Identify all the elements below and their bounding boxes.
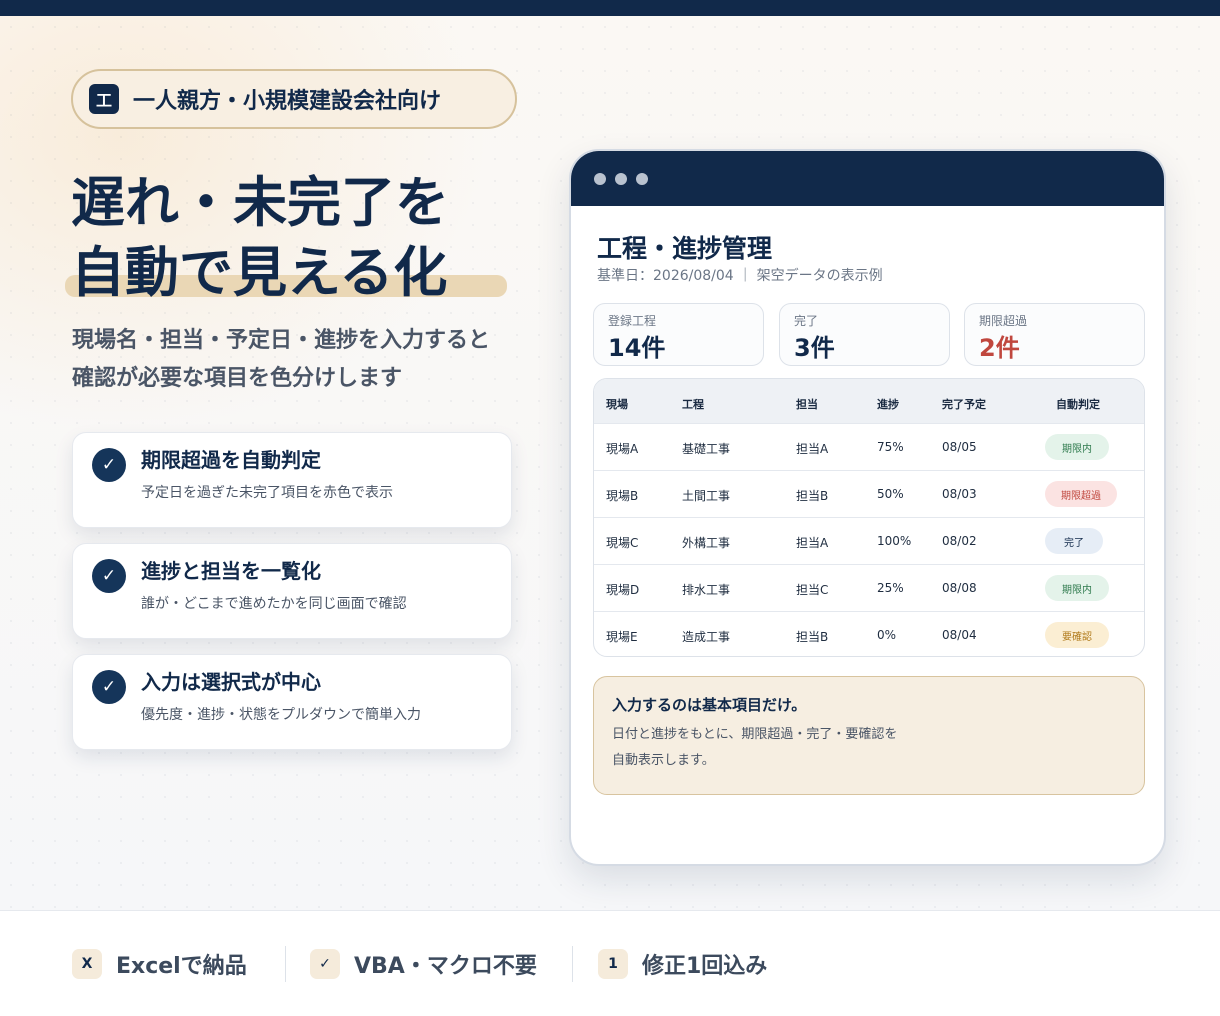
footer-features: X Excelで納品 ✓ VBA・マクロ不要 1 修正1回込み — [0, 910, 1220, 1016]
headline-line-2: 自動で見える化 — [71, 241, 448, 304]
table-cell-process: 外構工事 — [682, 536, 731, 550]
stat-card-registered: 登録工程 14件 — [593, 303, 764, 366]
badge-text: 一人親方・小規模建設会社向け — [133, 89, 442, 114]
stat-card-completed: 完了 3件 — [779, 303, 950, 366]
feature-title: 期限超過を自動判定 — [141, 448, 321, 472]
feature-card-overview: ✓ 進捗と担当を一覧化 誰が・どこまで進めたかを同じ画面で確認 — [72, 543, 512, 639]
stat-value: 3件 — [794, 334, 835, 362]
target-badge: 工 一人親方・小規模建設会社向け — [71, 69, 517, 129]
table-cell-progress: 75% — [877, 440, 904, 454]
check-icon: ✓ — [92, 559, 126, 593]
footer-label: VBA・マクロ不要 — [354, 954, 537, 979]
feature-card-overdue: ✓ 期限超過を自動判定 予定日を過ぎた未完了項目を赤色で表示 — [72, 432, 512, 528]
table-row: 現場D 排水工事 担当C 25% 08/08 期限内 — [594, 564, 1144, 611]
stat-label: 登録工程 — [608, 314, 657, 328]
stat-label: 期限超過 — [979, 314, 1028, 328]
window-title-bar — [571, 151, 1164, 206]
feature-card-input: ✓ 入力は選択式が中心 優先度・進捗・状態をプルダウンで簡単入力 — [72, 654, 512, 750]
table-row: 現場A 基礎工事 担当A 75% 08/05 期限内 — [594, 423, 1144, 470]
stat-value: 14件 — [608, 334, 666, 362]
table-cell-due: 08/02 — [942, 534, 977, 548]
note-title: 入力するのは基本項目だけ。 — [612, 696, 807, 714]
table-cell-owner: 担当A — [796, 442, 829, 456]
subheadline: 現場名・担当・予定日・進捗を入力すると 確認が必要な項目を色分けします — [72, 322, 490, 398]
check-icon: ✓ — [310, 949, 340, 979]
table-cell-site: 現場D — [606, 583, 640, 597]
footer-divider — [572, 946, 573, 982]
progress-table: 現場 工程 担当 進捗 完了予定 自動判定 現場A 基礎工事 担当A 75% 08/05… — [593, 378, 1145, 657]
table-cell-owner: 担当A — [796, 536, 829, 550]
table-row: 現場C 外構工事 担当A 100% 08/02 完了 — [594, 517, 1144, 564]
stat-label: 完了 — [794, 314, 819, 328]
status-badge: 期限超過 — [1045, 481, 1117, 507]
status-badge: 完了 — [1045, 528, 1103, 554]
table-cell-process: 排水工事 — [682, 583, 731, 597]
sheet-title: 工程・進捗管理 — [597, 234, 773, 263]
check-icon: ✓ — [92, 448, 126, 482]
column-header: 工程 — [682, 398, 704, 411]
footer-label: 修正1回込み — [642, 954, 768, 979]
subheadline-line-1: 現場名・担当・予定日・進捗を入力すると — [72, 328, 491, 353]
column-header: 完了予定 — [942, 398, 986, 411]
table-cell-site: 現場E — [606, 630, 638, 644]
table-cell-site: 現場A — [606, 442, 639, 456]
status-badge: 期限内 — [1045, 434, 1109, 460]
table-cell-progress: 0% — [877, 628, 897, 642]
footer-item-revision: 1 修正1回込み — [598, 948, 767, 980]
table-cell-progress: 100% — [877, 534, 912, 548]
number-one-icon: 1 — [598, 949, 628, 979]
table-cell-owner: 担当B — [796, 489, 829, 503]
table-cell-progress: 50% — [877, 487, 904, 501]
sheet-subtitle: 基準日：2026/08/04 ｜ 架空データの表示例 — [597, 268, 883, 284]
table-cell-due: 08/08 — [942, 581, 977, 595]
check-icon: ✓ — [92, 670, 126, 704]
note-line-1: 日付と進捗をもとに、期限超過・完了・要確認を — [612, 727, 898, 742]
table-cell-process: 土間工事 — [682, 489, 731, 503]
window-dot-icon — [636, 173, 648, 185]
feature-desc: 優先度・進捗・状態をプルダウンで簡単入力 — [141, 707, 421, 723]
table-cell-owner: 担当C — [796, 583, 829, 597]
headline: 遅れ・未完了を 自動で見える化 — [71, 168, 449, 308]
table-cell-process: 造成工事 — [682, 630, 731, 644]
excel-icon: X — [72, 949, 102, 979]
footer-item-excel: X Excelで納品 — [72, 948, 247, 980]
column-header: 現場 — [606, 398, 628, 411]
column-header: 担当 — [796, 398, 818, 411]
column-header: 進捗 — [877, 398, 899, 411]
stat-value: 2件 — [979, 334, 1020, 362]
footer-item-no-macro: ✓ VBA・マクロ不要 — [310, 948, 537, 980]
status-badge: 要確認 — [1045, 622, 1109, 648]
feature-title: 入力は選択式が中心 — [141, 670, 321, 694]
note-line-2: 自動表示します。 — [612, 753, 715, 768]
stat-card-overdue: 期限超過 2件 — [964, 303, 1145, 366]
feature-desc: 予定日を過ぎた未完了項目を赤色で表示 — [141, 485, 393, 501]
subheadline-line-2: 確認が必要な項目を色分けします — [72, 366, 403, 391]
table-cell-due: 08/04 — [942, 628, 977, 642]
info-note: 入力するのは基本項目だけ。 日付と進捗をもとに、期限超過・完了・要確認を 自動表… — [593, 676, 1145, 795]
top-bar — [0, 0, 1220, 16]
feature-title: 進捗と担当を一覧化 — [141, 559, 321, 583]
footer-label: Excelで納品 — [116, 954, 247, 979]
feature-desc: 誰が・どこまで進めたかを同じ画面で確認 — [141, 596, 407, 612]
footer-divider — [285, 946, 286, 982]
table-cell-due: 08/03 — [942, 487, 977, 501]
note-body: 日付と進捗をもとに、期限超過・完了・要確認を 自動表示します。 — [612, 722, 897, 774]
table-cell-site: 現場B — [606, 489, 639, 503]
table-cell-process: 基礎工事 — [682, 442, 731, 456]
table-cell-owner: 担当B — [796, 630, 829, 644]
table-row: 現場E 造成工事 担当B 0% 08/04 要確認 — [594, 611, 1144, 656]
column-header: 自動判定 — [1056, 398, 1100, 411]
headline-line-1: 遅れ・未完了を — [71, 171, 449, 234]
table-row: 現場B 土間工事 担当B 50% 08/03 期限超過 — [594, 470, 1144, 517]
construction-icon: 工 — [89, 84, 119, 114]
window-dot-icon — [594, 173, 606, 185]
window-dot-icon — [615, 173, 627, 185]
table-header: 現場 工程 担当 進捗 完了予定 自動判定 — [594, 379, 1144, 423]
table-cell-progress: 25% — [877, 581, 904, 595]
app-window-mockup: 工程・進捗管理 基準日：2026/08/04 ｜ 架空データの表示例 登録工程 … — [569, 149, 1166, 866]
status-badge: 期限内 — [1045, 575, 1109, 601]
table-cell-site: 現場C — [606, 536, 639, 550]
table-cell-due: 08/05 — [942, 440, 977, 454]
